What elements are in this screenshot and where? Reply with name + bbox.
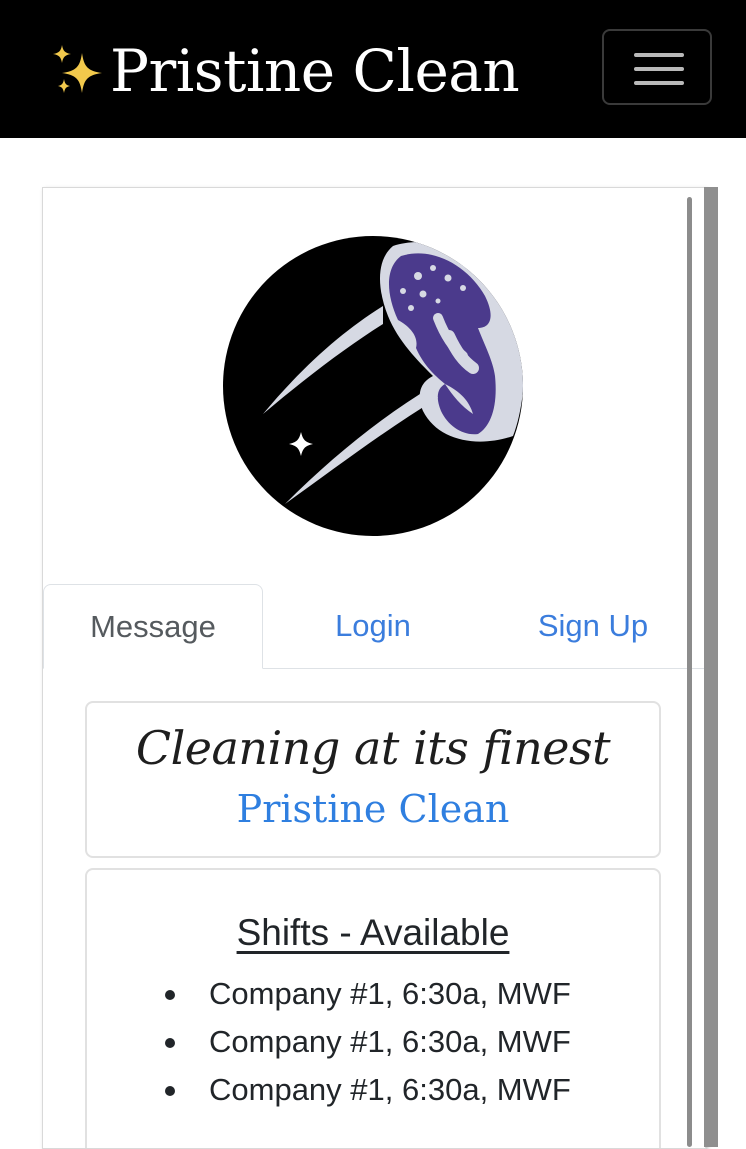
hamburger-menu-icon <box>634 81 684 85</box>
content-card: Message Login Sign Up Cleaning at its fi… <box>42 187 706 1149</box>
shift-text: Company #1, 6:30a, MWF <box>209 976 571 1011</box>
shifts-box: Shifts - Available Company #1, 6:30a, MW… <box>85 868 661 1148</box>
bullet-icon <box>165 1086 175 1096</box>
shift-list: Company #1, 6:30a, MWF Company #1, 6:30a… <box>163 970 571 1114</box>
sparkles-icon <box>50 43 106 99</box>
navbar-brand[interactable]: Pristine Clean <box>50 36 520 106</box>
brand-name-link[interactable]: Pristine Clean <box>87 787 659 831</box>
tab-bar: Message Login Sign Up <box>43 584 705 669</box>
menu-toggle-button[interactable] <box>602 29 712 105</box>
tab-message[interactable]: Message <box>43 584 263 669</box>
brand-text: Pristine Clean <box>110 37 520 105</box>
tab-login[interactable]: Login <box>263 584 483 668</box>
hamburger-menu-icon <box>634 53 684 57</box>
tab-sign-up[interactable]: Sign Up <box>483 584 703 668</box>
list-item: Company #1, 6:30a, MWF <box>163 1018 571 1066</box>
list-item: Company #1, 6:30a, MWF <box>163 1066 571 1114</box>
bullet-icon <box>165 1038 175 1048</box>
hamburger-menu-icon <box>634 67 684 71</box>
outer-scrollbar[interactable] <box>704 187 718 1147</box>
message-box: Cleaning at its finest Pristine Clean <box>85 701 661 858</box>
cleaning-glove-logo <box>223 236 523 536</box>
shifts-title: Shifts - Available <box>236 912 510 953</box>
shift-text: Company #1, 6:30a, MWF <box>209 1072 571 1107</box>
inner-scrollbar[interactable] <box>687 197 692 1147</box>
navbar: Pristine Clean <box>0 0 746 138</box>
shift-text: Company #1, 6:30a, MWF <box>209 1024 571 1059</box>
tagline: Cleaning at its finest <box>135 721 611 775</box>
bullet-icon <box>165 990 175 1000</box>
list-item: Company #1, 6:30a, MWF <box>163 970 571 1018</box>
